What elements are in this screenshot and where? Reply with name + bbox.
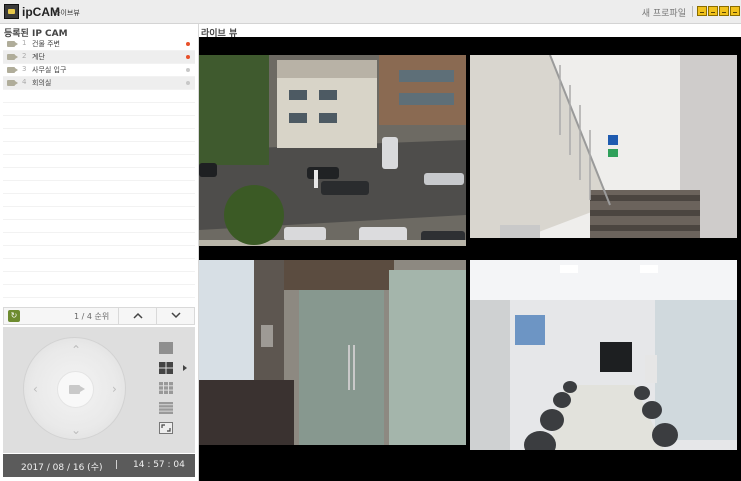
- page-down-button[interactable]: [156, 308, 194, 324]
- camera-number: 2: [22, 52, 27, 60]
- video-camera-icon: [69, 385, 85, 394]
- settings-window-button[interactable]: [697, 6, 707, 16]
- ptz-left-arrow-icon[interactable]: ‹: [33, 383, 38, 395]
- camera-name: 건물 주변: [32, 40, 60, 48]
- date-time-bar: 2017 / 08 / 16 (수) | 14 : 57 : 04: [3, 454, 195, 477]
- camera-icon: [7, 67, 18, 73]
- camera-feed-4[interactable]: [470, 260, 737, 463]
- chevron-down-icon: [171, 312, 181, 319]
- camera-name: 사무실 입구: [32, 66, 67, 74]
- camera-status-dot: [186, 81, 190, 85]
- layout-16-split-icon[interactable]: [159, 402, 173, 414]
- current-date: 2017 / 08 / 16 (수): [21, 463, 103, 473]
- camera-item[interactable]: 1 건물 주변: [3, 38, 195, 50]
- camera-icon: [7, 41, 18, 47]
- date-time-separator: |: [115, 460, 119, 470]
- camera-status-dot: [186, 42, 190, 46]
- app-logo-icon: [4, 4, 19, 19]
- current-time: 14 : 57 : 04: [133, 460, 185, 470]
- refresh-icon[interactable]: ↻: [8, 310, 20, 322]
- office-entrance-image: [199, 260, 466, 463]
- close-window-button[interactable]: [730, 6, 740, 16]
- camera-feed-2[interactable]: [470, 55, 737, 258]
- active-layout-indicator-icon: [183, 365, 187, 371]
- camera-icon: [7, 54, 18, 60]
- title-separator: [692, 6, 693, 17]
- layout-4-split-icon[interactable]: [159, 362, 173, 374]
- camera-list: 1 건물 주변 2 계단 3 사무실 입구 4 회의실: [3, 38, 195, 330]
- ptz-center-button[interactable]: [57, 371, 94, 408]
- page-up-button[interactable]: [118, 308, 156, 324]
- new-profile-button[interactable]: 새 프로파일: [642, 6, 686, 19]
- camera-item[interactable]: 2 계단: [3, 51, 195, 63]
- camera-feed-3[interactable]: [199, 260, 466, 463]
- minimize-window-button[interactable]: [708, 6, 718, 16]
- stairway-image: [470, 55, 737, 258]
- camera-feed-1[interactable]: [199, 55, 466, 258]
- camera-name: 회의실: [32, 79, 52, 87]
- camera-status-dot: [186, 68, 190, 72]
- ptz-right-arrow-icon[interactable]: ›: [112, 383, 117, 395]
- camera-item[interactable]: 3 사무실 입구: [3, 64, 195, 76]
- layout-1-split-icon[interactable]: [159, 342, 173, 354]
- title-bar: ipCAM 라이브뷰 새 프로파일: [0, 0, 741, 24]
- camera-pager: ↻ 1 / 4 순위: [3, 307, 195, 325]
- page-indicator: 1 / 4 순위: [74, 312, 110, 321]
- ptz-down-arrow-icon[interactable]: ⌄: [71, 424, 81, 436]
- meeting-room-image: [470, 260, 737, 463]
- ptz-joystick[interactable]: ⌃ ⌄ ‹ ›: [23, 337, 126, 440]
- fullscreen-icon[interactable]: [159, 422, 173, 434]
- camera-number: 4: [22, 78, 27, 86]
- camera-status-dot: [186, 55, 190, 59]
- layout-9-split-icon[interactable]: [159, 382, 173, 394]
- chevron-up-icon: [133, 312, 143, 319]
- camera-icon: [7, 80, 18, 86]
- maximize-window-button[interactable]: [719, 6, 729, 16]
- camera-name: 계단: [32, 53, 45, 61]
- camera-panel: 등록된 IP CAM 1 건물 주변 2 계단 3 사무실 입구 4 회의실 ↻: [0, 24, 199, 481]
- camera-item[interactable]: 4 회의실: [3, 77, 195, 89]
- live-view-grid: [199, 37, 741, 481]
- street-view-image: [199, 55, 466, 258]
- ptz-control-area: ⌃ ⌄ ‹ ›: [3, 327, 195, 453]
- camera-number: 3: [22, 65, 27, 73]
- camera-number: 1: [22, 39, 27, 47]
- app-subtitle: 라이브뷰: [54, 9, 80, 17]
- ptz-up-arrow-icon[interactable]: ⌃: [71, 344, 81, 356]
